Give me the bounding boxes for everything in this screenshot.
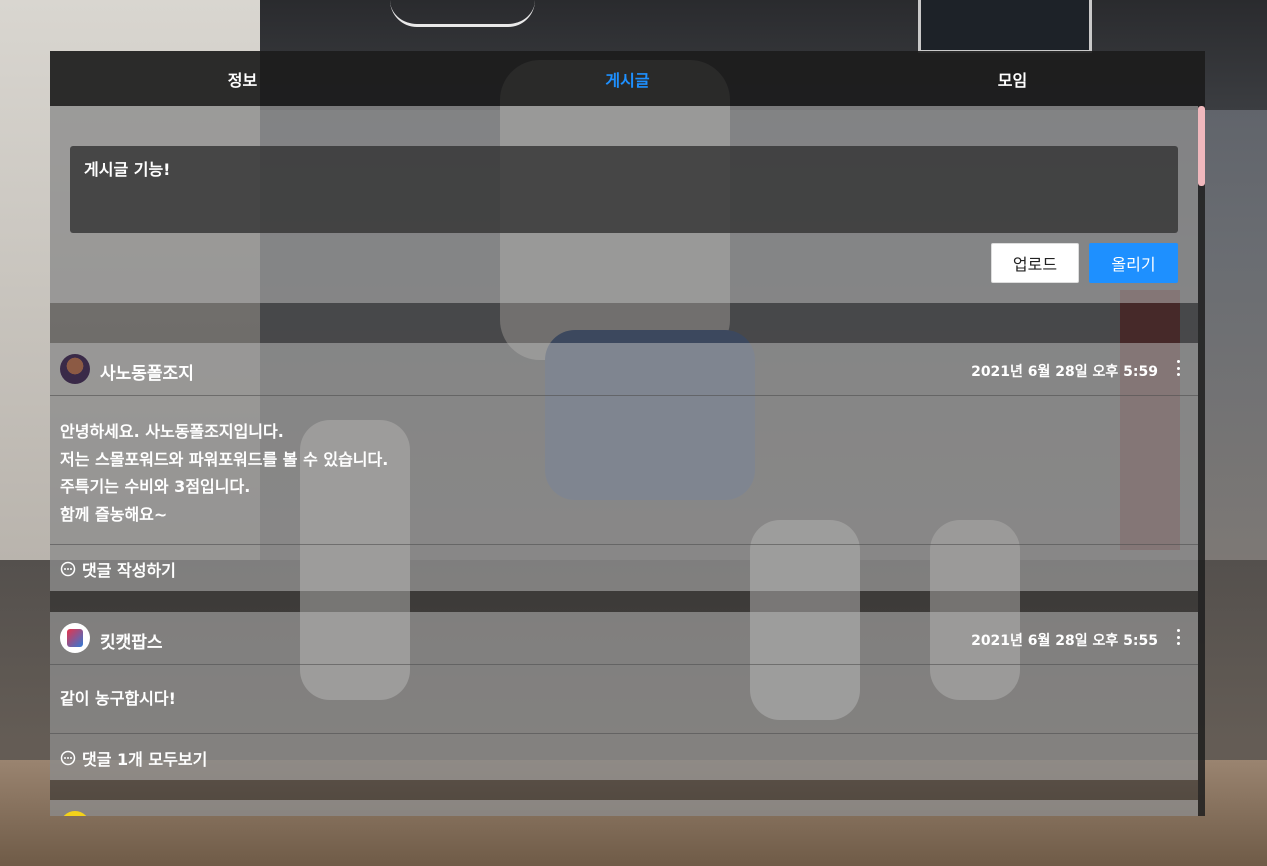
- post-body-line: 저는 스몰포워드와 파워포워드를 볼 수 있습니다.: [60, 449, 389, 469]
- post-header: 사노동폴조지 2021년 6월 28일 오후 5:59: [50, 343, 1198, 396]
- post-card: 킷캣팝스 2021년 6월 28일 오후 5:55 같이 농구합시다! 댓글 1…: [50, 612, 1198, 780]
- upload-button[interactable]: 업로드: [991, 243, 1079, 283]
- post-composer: 게시글 기능! 업로드 올리기: [50, 106, 1198, 303]
- post-card: 사노동폴조지 2021년 6월 28일 오후 5:59 안녕하세요. 사노동폴조…: [50, 343, 1198, 591]
- post-author[interactable]: 킷캣팝스: [100, 628, 163, 653]
- comment-action-label: 댓글 1개 모두보기: [82, 749, 208, 769]
- comment-action[interactable]: 댓글 1개 모두보기: [50, 734, 1198, 781]
- tab-meetups[interactable]: 모임: [820, 51, 1205, 106]
- posts-scroll-area[interactable]: 게시글 기능! 업로드 올리기 사노동폴조지 2021년 6월 28일 오후 5…: [50, 106, 1198, 816]
- post-text-input[interactable]: 게시글 기능!: [70, 146, 1178, 233]
- post-body-line: 함께 즐농해요~: [60, 504, 168, 524]
- post-body-line: 같이 농구합시다!: [60, 689, 176, 708]
- avatar[interactable]: [60, 811, 90, 816]
- speech-bubble-icon: [60, 561, 76, 576]
- comment-action-label: 댓글 작성하기: [82, 560, 176, 580]
- post-timestamp: 2021년 6월 28일 오후 5:55: [971, 633, 1158, 649]
- post-author[interactable]: 사노동폴조지: [100, 359, 194, 384]
- divider: [50, 780, 1198, 800]
- tab-bar: 정보 게시글 모임: [50, 51, 1205, 106]
- divider: [50, 591, 1198, 612]
- scrollbar-thumb[interactable]: [1198, 106, 1205, 186]
- avatar[interactable]: [60, 354, 90, 384]
- post-body: 같이 농구합시다!: [50, 665, 1198, 734]
- avatar[interactable]: [60, 623, 90, 653]
- scrollbar[interactable]: [1198, 106, 1205, 816]
- post-card: [50, 800, 1198, 816]
- tab-posts[interactable]: 게시글: [435, 51, 820, 106]
- post-body-line: 주특기는 수비와 3점입니다.: [60, 477, 251, 496]
- post-header: 킷캣팝스 2021년 6월 28일 오후 5:55: [50, 612, 1198, 665]
- divider: [50, 303, 1198, 343]
- post-header: [50, 800, 1198, 816]
- post-timestamp: 2021년 6월 28일 오후 5:59: [971, 364, 1158, 380]
- post-body-line: 안녕하세요. 사노동폴조지입니다.: [60, 422, 284, 441]
- submit-post-button[interactable]: 올리기: [1089, 243, 1178, 283]
- club-panel: 정보 게시글 모임 게시글 기능! 업로드 올리기 사노동폴조지 2021년 6…: [50, 51, 1205, 816]
- tab-info[interactable]: 정보: [50, 51, 435, 106]
- more-options-icon[interactable]: [1172, 357, 1184, 379]
- speech-bubble-icon: [60, 750, 76, 765]
- post-body: 안녕하세요. 사노동폴조지입니다. 저는 스몰포워드와 파워포워드를 볼 수 있…: [50, 396, 1198, 545]
- more-options-icon[interactable]: [1172, 626, 1184, 648]
- comment-action[interactable]: 댓글 작성하기: [50, 545, 1198, 592]
